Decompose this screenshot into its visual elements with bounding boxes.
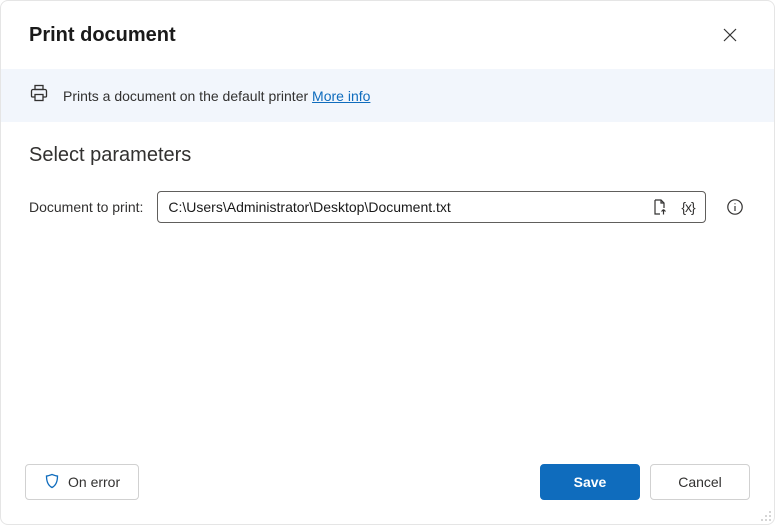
printer-icon	[29, 83, 49, 108]
file-picker-icon	[651, 198, 669, 216]
document-to-print-label: Document to print:	[29, 199, 143, 215]
save-label: Save	[574, 474, 607, 490]
close-button[interactable]	[714, 19, 746, 51]
parameters-section: Select parameters Document to print: {x}	[1, 122, 774, 446]
dialog-title: Print document	[29, 24, 176, 47]
on-error-button[interactable]: On error	[25, 464, 139, 500]
select-file-button[interactable]	[649, 196, 671, 218]
section-title: Select parameters	[29, 144, 746, 167]
info-icon	[726, 198, 744, 216]
cancel-button[interactable]: Cancel	[650, 464, 750, 500]
document-to-print-row: Document to print: {x}	[29, 191, 746, 223]
parameter-info-button[interactable]	[724, 196, 746, 218]
banner-text: Prints a document on the default printer…	[63, 88, 370, 104]
more-info-link[interactable]: More info	[312, 88, 370, 104]
dialog-footer: On error Save Cancel	[1, 446, 774, 524]
save-button[interactable]: Save	[540, 464, 640, 500]
banner-description: Prints a document on the default printer	[63, 88, 312, 104]
on-error-label: On error	[68, 474, 120, 490]
shield-icon	[44, 473, 60, 492]
cancel-label: Cancel	[678, 474, 722, 490]
variable-icon: {x}	[681, 199, 694, 215]
insert-variable-button[interactable]: {x}	[677, 196, 699, 218]
close-icon	[723, 28, 737, 42]
dialog-header: Print document	[1, 1, 774, 69]
info-banner: Prints a document on the default printer…	[1, 69, 774, 122]
document-to-print-input[interactable]	[168, 199, 643, 215]
document-to-print-input-wrapper: {x}	[157, 191, 706, 223]
print-document-dialog: Print document Prints a document on the …	[0, 0, 775, 525]
